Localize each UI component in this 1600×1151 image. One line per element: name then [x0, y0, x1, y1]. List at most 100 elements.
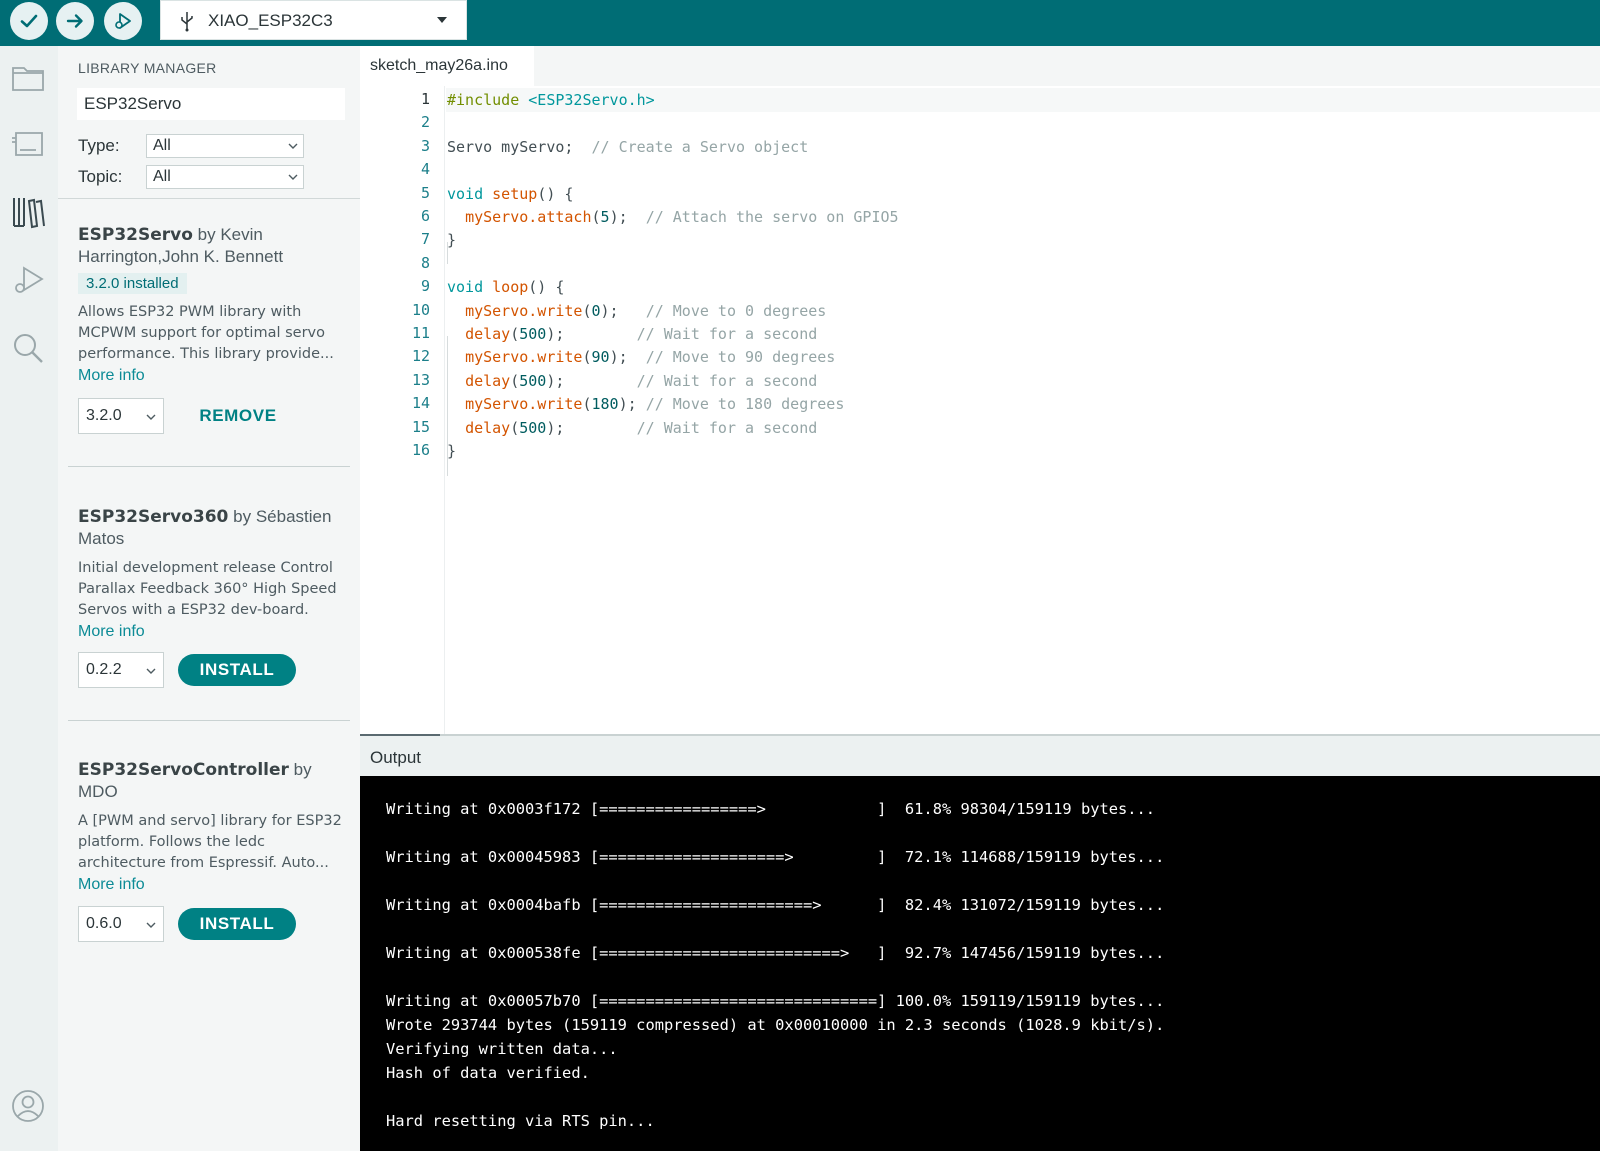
search-icon — [14, 334, 43, 363]
sketchbook-button[interactable] — [8, 58, 48, 98]
board-selector[interactable]: XIAO_ESP32C3 — [160, 0, 467, 40]
line-number: 6 — [420, 207, 430, 225]
chevron-down-icon — [146, 414, 156, 420]
output-console[interactable]: Writing at 0x0003f172 [=================… — [360, 776, 1600, 1151]
type-value: All — [153, 137, 171, 154]
debug-icon — [15, 266, 44, 293]
version-select[interactable]: 3.2.0 — [78, 398, 164, 434]
line-number-gutter: 1 2 3 4 5 6 7 8 9 10 11 12 13 14 15 16 — [360, 86, 444, 734]
code-token: ( — [510, 371, 520, 390]
chevron-down-icon — [146, 668, 156, 674]
console-line: Writing at 0x00045983 [=================… — [386, 848, 1165, 866]
code-token: #include — [447, 91, 529, 109]
code-token: setup — [492, 184, 538, 203]
editor-tabbar: sketch_may26a.ino — [360, 46, 1600, 86]
library-description: Allows ESP32 PWM library with MCPWM supp… — [78, 304, 334, 362]
console-line: Verifying written data... — [386, 1040, 618, 1058]
line-number: 11 — [411, 324, 430, 342]
installed-badge: 3.2.0 installed — [78, 273, 187, 294]
output-header: Output — [360, 734, 1600, 776]
arrow-right-icon — [66, 14, 83, 28]
code-token: ); — [618, 395, 646, 414]
code-token: 90 — [591, 348, 610, 367]
code-token: 500 — [519, 325, 547, 343]
code-token: void — [447, 184, 493, 203]
check-icon — [20, 14, 38, 28]
toolbar: XIAO_ESP32C3 — [0, 0, 1600, 46]
code-line: myServo.write(90); // Move to 90 degrees — [447, 346, 835, 368]
install-button[interactable]: INSTALL — [178, 908, 296, 940]
library-search-input[interactable] — [77, 88, 345, 120]
code-token: 500 — [519, 418, 547, 437]
install-button[interactable]: INSTALL — [178, 654, 296, 686]
line-number: 8 — [420, 253, 430, 272]
chevron-down-icon — [288, 174, 298, 180]
version-select[interactable]: 0.6.0 — [78, 906, 164, 942]
code-line: void setup() { — [447, 183, 573, 205]
line-number: 13 — [411, 370, 430, 389]
library-author: MDO — [78, 782, 118, 801]
folder-icon — [12, 67, 44, 91]
code-token: delay — [465, 371, 511, 390]
debug-icon — [115, 13, 131, 29]
debug-panel-button[interactable] — [8, 260, 48, 300]
code-token: // Wait for a second — [636, 325, 818, 343]
tab-sketch[interactable]: sketch_may26a.ino — [360, 46, 534, 86]
line-number: 2 — [420, 113, 430, 132]
code-token: 5 — [600, 208, 610, 226]
code-token: ( — [591, 208, 601, 226]
code-token: delay — [465, 325, 511, 343]
account-button[interactable] — [8, 1086, 48, 1126]
code-line: delay(500); // Wait for a second — [447, 370, 817, 392]
verify-button[interactable] — [10, 2, 48, 40]
remove-button[interactable]: REMOVE — [188, 398, 288, 434]
library-icon — [13, 198, 45, 229]
code-token: <ESP32Servo.h> — [528, 91, 655, 109]
gutter-separator — [444, 86, 445, 734]
boards-manager-button[interactable] — [8, 124, 48, 164]
code-line: Servo myServo; // Create a Servo object — [447, 136, 808, 158]
version-value: 0.2.2 — [86, 661, 122, 678]
library-manager-button[interactable] — [8, 192, 48, 232]
output-label[interactable]: Output — [370, 748, 421, 768]
line-number: 4 — [420, 160, 430, 179]
version-value: 0.6.0 — [86, 915, 122, 932]
filter-divider — [58, 198, 360, 199]
code-token: ); — [546, 418, 637, 437]
line-number: 14 — [411, 394, 430, 413]
code-token: loop — [492, 278, 529, 297]
library-by: by — [197, 225, 216, 244]
chevron-down-icon — [146, 922, 156, 928]
type-select[interactable]: All — [146, 134, 304, 158]
code-token: } — [447, 442, 457, 460]
search-button[interactable] — [8, 328, 48, 368]
code-token: delay — [465, 418, 511, 437]
console-line: Writing at 0x0004bafb [=================… — [386, 896, 1165, 914]
code-token: } — [447, 231, 457, 250]
version-select[interactable]: 0.2.2 — [78, 652, 164, 688]
line-number: 9 — [420, 277, 430, 296]
line-number: 15 — [411, 417, 430, 436]
more-info-link[interactable]: More info — [78, 621, 348, 642]
more-info-link[interactable]: More info — [78, 874, 348, 895]
board-icon — [12, 132, 43, 156]
code-token: // Move to 90 degrees — [645, 348, 836, 367]
code-token: ); — [609, 208, 646, 226]
debug-button[interactable] — [104, 2, 142, 40]
upload-button[interactable] — [56, 2, 94, 40]
code-token: ); — [546, 325, 637, 343]
line-number: 5 — [420, 183, 430, 202]
code-token: // Wait for a second — [636, 371, 818, 390]
more-info-link[interactable]: More info — [78, 365, 348, 386]
code-token: // Wait for a second — [636, 418, 818, 437]
console-line: Hash of data verified. — [386, 1064, 590, 1082]
code-token: // Attach the servo on GPIO5 — [645, 208, 899, 226]
code-token: ); — [600, 301, 646, 320]
line-number: 7 — [420, 230, 430, 249]
line-number: 12 — [411, 347, 430, 366]
chevron-down-icon — [288, 143, 298, 149]
topic-select[interactable]: All — [146, 165, 304, 189]
